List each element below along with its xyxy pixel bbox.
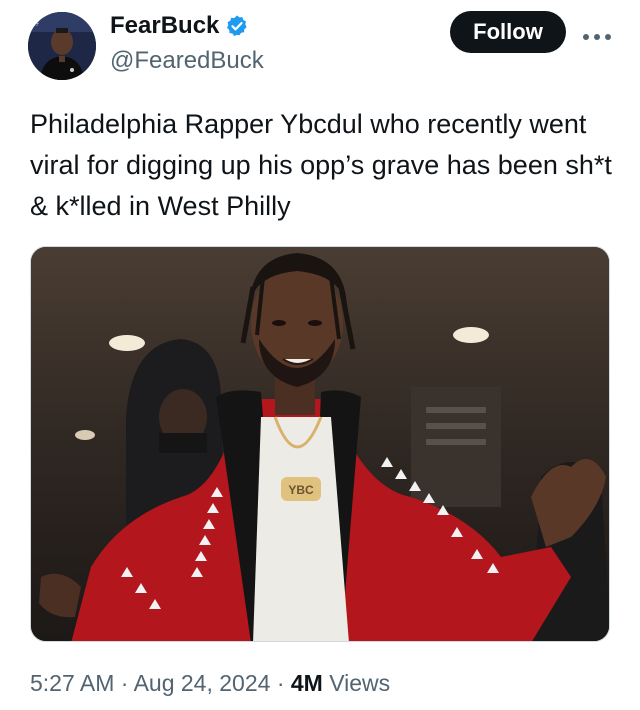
tweet-header: # FearBuck @FearedBuck Follow (0, 0, 640, 100)
meta-separator: · (120, 670, 129, 696)
tweet-date[interactable]: Aug 24, 2024 (134, 670, 271, 696)
tweet-meta: 5:27 AM · Aug 24, 2024 · 4M Views (30, 670, 390, 697)
verified-badge-icon (225, 14, 249, 38)
tweet-photo[interactable]: YBC (30, 246, 610, 642)
name-row: FearBuck (110, 12, 249, 40)
chain-pendant-text: YBC (288, 483, 314, 497)
svg-text:#: # (34, 18, 39, 28)
profile-avatar[interactable]: # (28, 12, 96, 80)
tweet-card: # FearBuck @FearedBuck Follow Philadelph… (0, 0, 640, 710)
display-name[interactable]: FearBuck (110, 12, 219, 40)
more-options-icon[interactable] (582, 28, 612, 40)
photo-image: YBC (31, 247, 609, 641)
views-count: 4M (290, 670, 323, 696)
tweet-text: Philadelphia Rapper Ybcdul who recently … (30, 109, 612, 221)
author-handle[interactable]: @FearedBuck (110, 47, 264, 75)
views-label: Views (329, 670, 391, 696)
follow-button[interactable]: Follow (450, 11, 566, 53)
tweet-time[interactable]: 5:27 AM (30, 670, 114, 696)
meta-separator: · (276, 670, 285, 696)
avatar-image: # (28, 12, 96, 80)
